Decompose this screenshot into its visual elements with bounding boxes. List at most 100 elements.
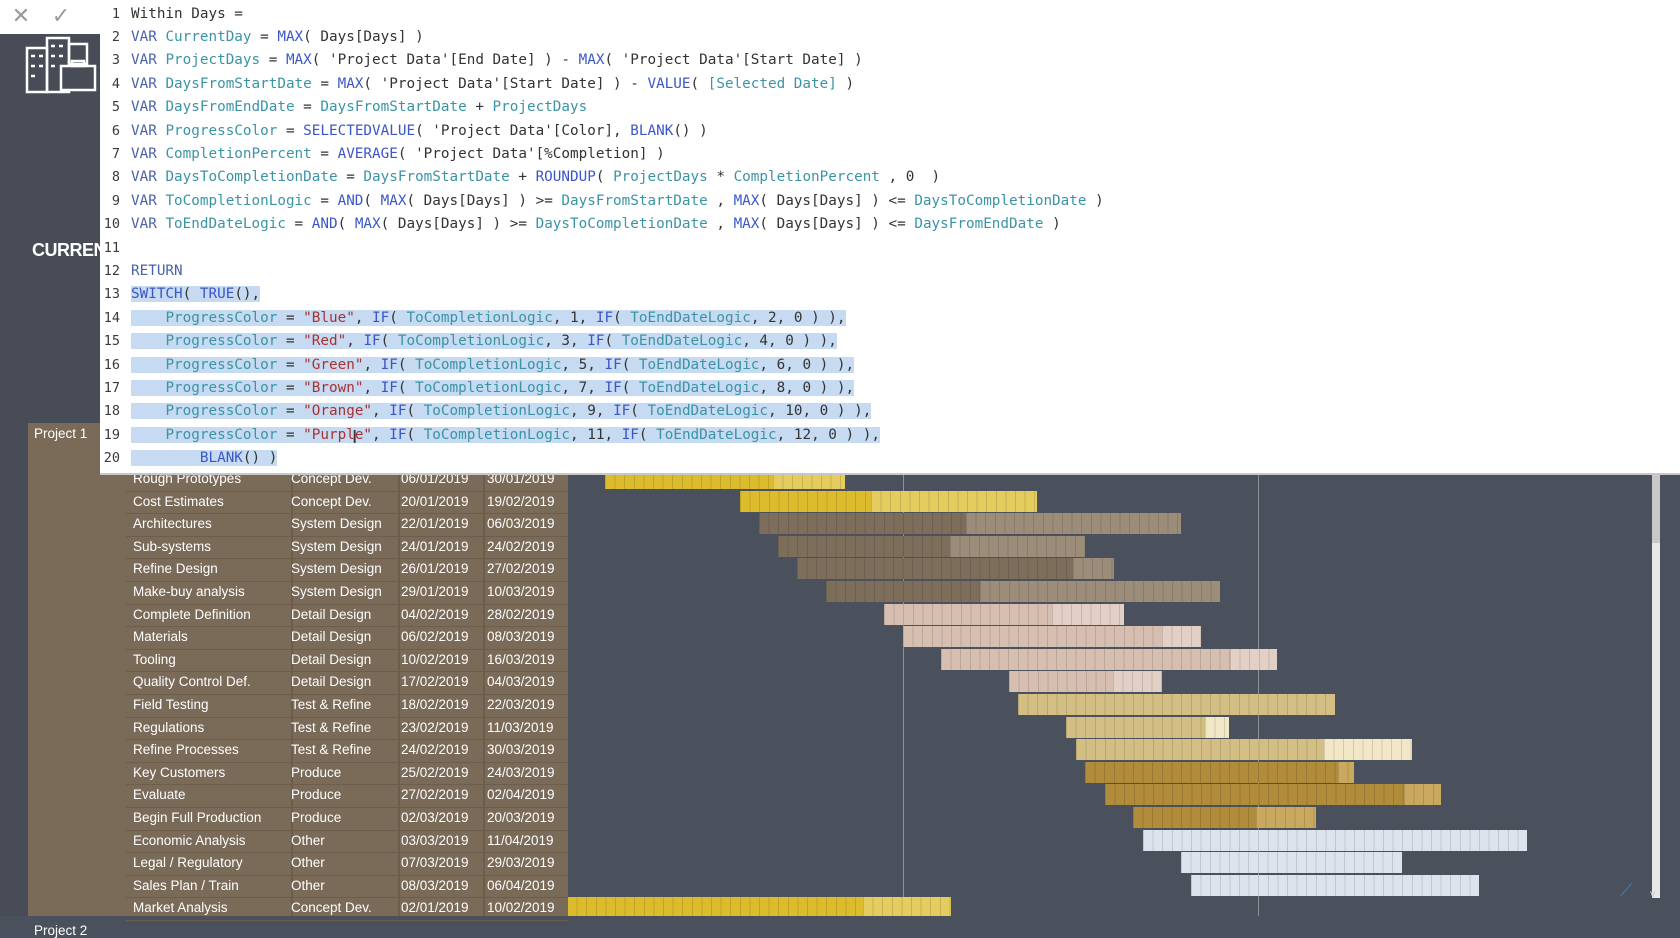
gantt-bar[interactable] [1018, 694, 1335, 715]
code-text: VAR ProjectDays = MAX( 'Project Data'[En… [131, 52, 863, 68]
table-row[interactable]: Market Analysis Concept Dev. 02/01/2019 10/… [126, 897, 568, 921]
table-row[interactable]: Architectures System Design 22/01/2019 06/0… [126, 513, 568, 537]
phase-cell: Detail Design [291, 606, 372, 622]
code-line[interactable]: 7 VAR CompletionPercent = AVERAGE( 'Proje… [100, 143, 665, 166]
code-line[interactable]: 3 VAR ProjectDays = MAX( 'Project Data'[E… [100, 49, 863, 72]
table-row[interactable]: Materials Detail Design 06/02/2019 08/03/20… [126, 626, 568, 650]
table-row[interactable]: Evaluate Produce 27/02/2019 02/04/2019 [126, 784, 568, 808]
table-row[interactable]: Sub-systems System Design 24/01/2019 24/02/… [126, 536, 568, 560]
code-token: ( 'Project Data'[Start Date] ) [604, 52, 863, 69]
code-line[interactable]: 2 VAR CurrentDay = MAX( Days[Days] ) [100, 26, 424, 49]
table-row[interactable]: Refine Processes Test & Refine 24/02/2019 3… [126, 739, 568, 763]
table-row[interactable]: Regulations Test & Refine 23/02/2019 11/03/… [126, 717, 568, 741]
code-line[interactable]: 15 ProgressColor = "Red", IF( ToCompleti… [100, 330, 837, 353]
code-token: "Red" [303, 333, 347, 350]
gantt-bar[interactable] [1075, 739, 1412, 761]
gantt-bar[interactable] [826, 581, 1220, 602]
end-date-cell: 27/02/2019 [487, 561, 555, 577]
code-token: MAX [277, 28, 304, 45]
code-token: ( 'Project Data'[Color], [415, 122, 631, 139]
code-line[interactable]: 10 VAR ToEndDateLogic = AND( MAX( Days[Da… [100, 213, 1061, 236]
code-token: BLANK [630, 122, 674, 139]
end-date-cell: 11/04/2019 [487, 832, 554, 848]
scrollbar[interactable] [1652, 473, 1660, 898]
dax-formula-editor[interactable]: 1 Within Days = 2 VAR CurrentDay = MAX( Day… [100, 0, 1680, 475]
code-text: Within Days = [131, 6, 243, 22]
gantt-bar[interactable] [739, 490, 1038, 512]
buildings-briefcase-icon [25, 36, 97, 94]
table-row[interactable]: Cost Estimates Concept Dev. 20/01/2019 19/0… [126, 491, 568, 515]
code-line[interactable]: 18 ProgressColor = "Orange", IF( ToCompl… [100, 400, 872, 423]
gantt-bar[interactable] [1181, 852, 1403, 874]
code-text: VAR CompletionPercent = AVERAGE( 'Projec… [131, 146, 665, 162]
table-row[interactable]: Tooling Detail Design 10/02/2019 16/03/2019 [126, 649, 568, 673]
code-line[interactable]: 13 SWITCH( TRUE(), [100, 283, 261, 306]
table-row[interactable]: Economic Analysis Other 03/03/2019 11/04/20… [126, 830, 568, 854]
code-line[interactable]: 16 ProgressColor = "Green", IF( ToComple… [100, 354, 855, 377]
code-token: VAR [131, 192, 166, 209]
gantt-bar[interactable] [759, 513, 1182, 535]
table-row[interactable]: Complete Definition Detail Design 04/02/20… [126, 604, 568, 628]
code-line[interactable]: 8 VAR DaysToCompletionDate = DaysFromStar… [100, 166, 940, 189]
task-cell: Quality Control Def. [133, 674, 251, 690]
code-line[interactable]: 14 ProgressColor = "Blue", IF( ToComplet… [100, 307, 846, 330]
scroll-down-icon[interactable]: v [1650, 888, 1656, 900]
table-row[interactable]: Field Testing Test & Refine 18/02/2019 22/0… [126, 694, 568, 718]
start-date-cell: 10/02/2019 [401, 651, 469, 667]
bar-remaining-segment [1161, 626, 1201, 648]
gantt-bar[interactable] [1104, 784, 1441, 806]
line-number: 4 [111, 75, 120, 92]
code-token: ( [630, 403, 648, 420]
table-row[interactable]: Refine Design System Design 26/01/2019 27/0… [126, 558, 568, 582]
code-token: ( [406, 426, 424, 443]
gantt-bar[interactable] [903, 626, 1201, 648]
gantt-bar[interactable] [1008, 671, 1163, 693]
end-date-cell: 11/03/2019 [487, 719, 554, 735]
table-row[interactable]: Begin Full Production Produce 02/03/2019 20… [126, 807, 568, 831]
gantt-bar[interactable] [605, 473, 846, 489]
code-line[interactable]: 4 VAR DaysFromStartDate = MAX( 'Project D… [100, 73, 854, 96]
gantt-bar[interactable] [778, 535, 1086, 557]
code-line[interactable]: 12 RETURN [100, 260, 183, 283]
code-line[interactable]: 11 [100, 237, 131, 260]
code-text: VAR ProgressColor = SELECTEDVALUE( 'Proj… [131, 123, 708, 139]
code-token: ( Days[Days] ) <= [759, 192, 915, 209]
code-line[interactable]: 1 Within Days = [100, 3, 243, 26]
bar-completed-segment [1104, 784, 1404, 806]
scrollbar-thumb[interactable] [1652, 473, 1660, 543]
code-token: VAR [131, 28, 166, 45]
gantt-bar[interactable] [941, 648, 1278, 670]
bar-completed-segment [1008, 671, 1114, 693]
code-line[interactable]: 9 VAR ToCompletionLogic = AND( MAX( Days[… [100, 190, 1104, 213]
gantt-bar[interactable] [1143, 829, 1527, 851]
close-icon[interactable]: ✕ [8, 4, 34, 30]
table-row[interactable]: Sales Plan / Train Other 08/03/2019 06/04/2… [126, 875, 568, 899]
table-row[interactable]: Make-buy analysis System Design 29/01/2019… [126, 581, 568, 605]
visual-focus-icon[interactable]: ⟋ [1620, 880, 1646, 910]
end-date-cell: 22/03/2019 [487, 697, 555, 712]
gantt-bar[interactable] [1085, 761, 1355, 783]
code-line[interactable]: 17 ProgressColor = "Brown", IF( ToComple… [100, 377, 855, 400]
code-token: SWITCH [131, 286, 183, 303]
code-token: ( Days[Days] ) >= [406, 192, 562, 209]
code-line[interactable]: 5 VAR DaysFromEndDate = DaysFromStartDate… [100, 96, 587, 119]
code-line[interactable]: 19 ProgressColor = "Purple", IF( ToCompl… [100, 424, 880, 447]
table-row[interactable]: Key Customers Produce 25/02/2019 24/03/2019 [126, 762, 568, 786]
code-token: ( Days[Days] ) [303, 28, 424, 45]
code-line[interactable]: 20 BLANK() ) [100, 447, 278, 470]
gantt-bar[interactable] [1133, 807, 1316, 828]
phase-cell: Other [291, 855, 325, 871]
gantt-bar[interactable] [1191, 874, 1479, 896]
code-token: ( Days[Days] ) <= [759, 216, 915, 233]
code-line[interactable]: 6 VAR ProgressColor = SELECTEDVALUE( 'Pro… [100, 120, 708, 143]
code-token: , 4, 0 ) ), [742, 333, 837, 350]
start-date-cell: 22/01/2019 [401, 516, 469, 532]
gantt-bar[interactable] [568, 897, 951, 916]
gantt-bar[interactable] [797, 558, 1115, 580]
gantt-bar[interactable] [883, 603, 1124, 625]
table-row[interactable]: Legal / Regulatory Other 07/03/2019 29/03/2… [126, 852, 568, 876]
gantt-bar[interactable] [1066, 716, 1230, 738]
table-row[interactable]: Quality Control Def. Detail Design 17/02/2… [126, 671, 568, 695]
check-icon[interactable]: ✓ [48, 4, 74, 30]
